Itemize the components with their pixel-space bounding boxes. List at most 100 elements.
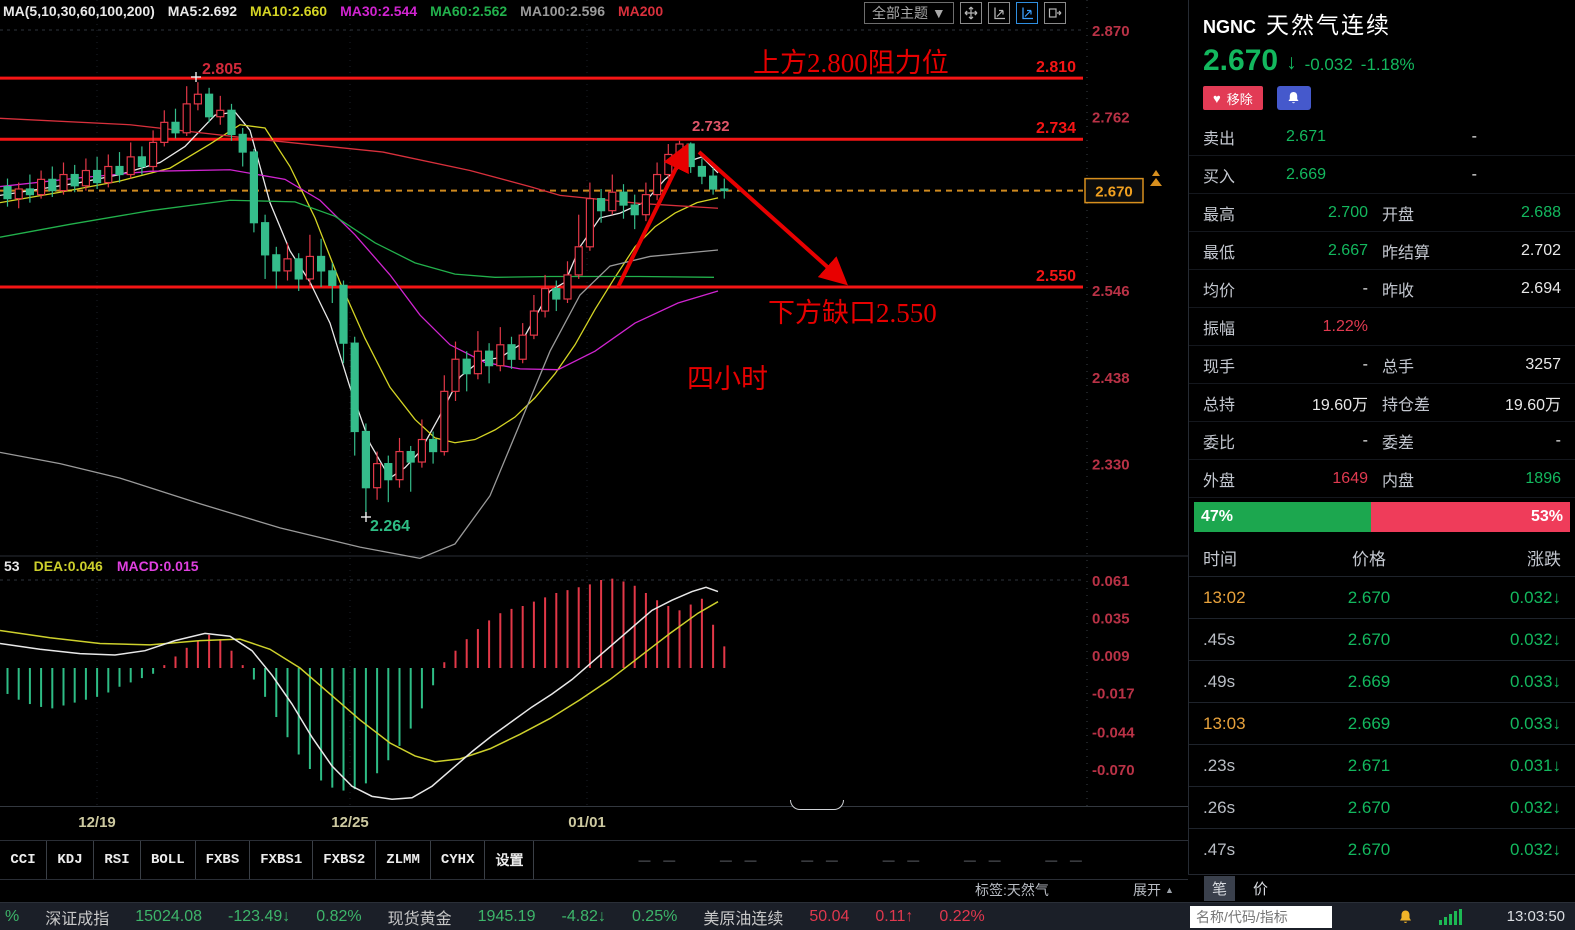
svg-text:0.009: 0.009 [1092, 648, 1130, 665]
time-sales-row: .23s 2.671 0.031↓ [1189, 744, 1575, 786]
quote-value: - [1362, 431, 1368, 449]
ticker-item[interactable]: 0.22% [939, 908, 984, 926]
ticker-item[interactable]: 50.04 [809, 908, 849, 926]
quote-label: 持仓差 [1382, 396, 1431, 414]
status-bar-right: 13:03:50 [1188, 902, 1575, 930]
axis-scale-active-icon[interactable] [1015, 2, 1038, 24]
collapse-handle[interactable] [790, 800, 844, 810]
svg-text:2.732: 2.732 [692, 118, 730, 135]
ticker-item[interactable]: 15024.08 [135, 908, 202, 926]
candlestick-chart-svg[interactable]: 2.870 2.762 2.546 2.438 2.330 0.061 0.035 0.009… [0, 0, 1188, 806]
theme-selector-button[interactable]: 全部主题 ▼ [864, 2, 954, 24]
dock-right-icon[interactable] [1043, 2, 1066, 24]
ticker-item[interactable]: 1945.19 [478, 908, 536, 926]
indicator-tab-cci[interactable]: CCI [0, 841, 47, 879]
indicator-tab-kdj[interactable]: KDJ [47, 841, 94, 879]
ticker-item[interactable]: 0.11↑ [875, 908, 913, 926]
time-sales-row: 13:02 2.670 0.032↓ [1189, 576, 1575, 618]
indicator-tab-设置[interactable]: 设置 [485, 841, 535, 879]
sales-mode-tab[interactable]: 价 [1245, 876, 1276, 901]
tag-row: 标签:天然气 展开 ▲ [0, 878, 1188, 902]
quote-value: 2.688 [1520, 203, 1561, 221]
quote-label: 昨结算 [1382, 244, 1431, 262]
trade-time: .45s [1203, 629, 1236, 649]
x-axis-label: 12/25 [331, 814, 369, 831]
ticker-item[interactable]: 0.82% [316, 908, 361, 926]
quote-detail-rows: 卖出 2.671 - 买入 2.669 - 最高 2.700 开盘 2.688 最低 2.667 昨结算… [1189, 118, 1575, 498]
quote-value: - [1362, 355, 1368, 373]
trade-price: 2.669 [1347, 671, 1391, 691]
sales-mode-tab[interactable]: 笔 [1204, 876, 1236, 901]
ticker-item[interactable]: -123.49↓ [228, 908, 290, 926]
ticker-item[interactable]: 现货黄金 [388, 905, 452, 929]
svg-text:-0.044: -0.044 [1092, 724, 1135, 741]
ticker-item[interactable]: -4.82↓ [561, 908, 605, 926]
quote-value: - [1471, 127, 1477, 145]
quote-label: 委比 [1203, 434, 1236, 452]
quote-row: 买入 2.669 - [1189, 156, 1575, 194]
chart-area[interactable]: MA(5,10,30,60,100,200) MA5:2.692 MA10:2.66… [0, 0, 1193, 930]
trade-price: 2.670 [1347, 629, 1391, 649]
x-axis-label: 01/01 [568, 814, 606, 831]
quote-value: 2.700 [1327, 203, 1368, 221]
time-sales-row: .49s 2.669 0.033↓ [1189, 660, 1575, 702]
indicator-tab-fxbs2[interactable]: FXBS2 [313, 841, 377, 879]
time-sales-list: 13:02 2.670 0.032↓ .45s 2.670 0.032↓ .49s 2.669… [1189, 576, 1575, 870]
quote-label: 买入 [1203, 168, 1236, 186]
chart-toolbar: 全部主题 ▼ [864, 2, 1066, 24]
search-input[interactable] [1190, 905, 1332, 928]
svg-text:2.330: 2.330 [1092, 457, 1130, 474]
last-price-row: 2.670 ↓ -0.032 -1.18% [1189, 40, 1575, 78]
svg-text:-0.070: -0.070 [1092, 762, 1135, 779]
notification-bell-icon[interactable] [1398, 909, 1413, 925]
alert-bell-button[interactable] [1276, 86, 1311, 110]
svg-text:2.264: 2.264 [370, 518, 410, 535]
remove-watchlist-button[interactable]: ♥ 移除 [1203, 86, 1263, 110]
ma-legend-item: MA100:2.596 [520, 3, 605, 19]
collapsed-toolbar-dashes: — — — — — — — — — — — — [638, 853, 1084, 867]
expand-button[interactable]: 展开 ▲ [1133, 880, 1174, 900]
macd-legend-item: MACD:0.015 [116, 558, 199, 574]
quote-label: 最高 [1203, 206, 1236, 224]
quote-row: 振幅 1.22% [1189, 308, 1575, 346]
indicator-tab-cyhx[interactable]: CYHX [431, 841, 486, 879]
down-arrow-icon: ↓ [1286, 51, 1297, 74]
quote-label: 最低 [1203, 244, 1236, 262]
expand-arrow-icon: ▲ [1165, 885, 1174, 895]
last-price: 2.670 [1203, 44, 1279, 77]
trade-time: 13:02 [1203, 587, 1246, 607]
trade-change: 0.032↓ [1509, 629, 1561, 649]
ticker-item[interactable]: % [5, 908, 19, 926]
price-change-percent: -1.18% [1360, 55, 1415, 74]
time-sales-row: .47s 2.670 0.032↓ [1189, 828, 1575, 870]
indicator-tab-boll[interactable]: BOLL [141, 841, 196, 879]
trade-time: .26s [1203, 797, 1236, 817]
trade-change: 0.032↓ [1509, 797, 1561, 817]
axis-scale-icon[interactable] [987, 2, 1010, 24]
time-sales-mode-tabs: 笔价 [1188, 874, 1575, 902]
market-ticker-bar: % 深证成指 15024.08 -123.49↓ 0.82% 现货黄金 1945.19 -4.… [0, 902, 1193, 930]
svg-text:2.734: 2.734 [1036, 120, 1076, 137]
svg-text:-0.017: -0.017 [1092, 686, 1135, 703]
indicator-tab-fxbs[interactable]: FXBS [196, 841, 251, 879]
ticker-item[interactable]: 深证成指 [45, 905, 109, 929]
quote-value: 2.669 [1285, 165, 1326, 183]
move-crosshair-icon[interactable] [959, 2, 982, 24]
ticker-item[interactable]: 0.25% [632, 908, 677, 926]
quote-label: 卖出 [1203, 130, 1236, 148]
indicator-tab-rsi[interactable]: RSI [94, 841, 141, 879]
quote-label: 均价 [1203, 282, 1236, 300]
indicator-tab-fxbs1[interactable]: FXBS1 [250, 841, 314, 879]
quote-row: 外盘 1649 内盘 1896 [1189, 460, 1575, 498]
sell-ratio: 53% [1371, 502, 1570, 532]
quote-row: 最高 2.700 开盘 2.688 [1189, 194, 1575, 232]
quote-label: 内盘 [1382, 472, 1415, 490]
ticker-item[interactable]: 美原油连续 [703, 905, 783, 929]
trade-change: 0.033↓ [1509, 713, 1561, 733]
svg-text:下方缺口2.550: 下方缺口2.550 [768, 298, 937, 328]
quote-label: 开盘 [1382, 206, 1415, 224]
trade-time: .49s [1203, 671, 1236, 691]
time-sales-row: 13:03 2.669 0.033↓ [1189, 702, 1575, 744]
trade-price: 2.670 [1347, 587, 1391, 607]
indicator-tab-zlmm[interactable]: ZLMM [376, 841, 431, 879]
